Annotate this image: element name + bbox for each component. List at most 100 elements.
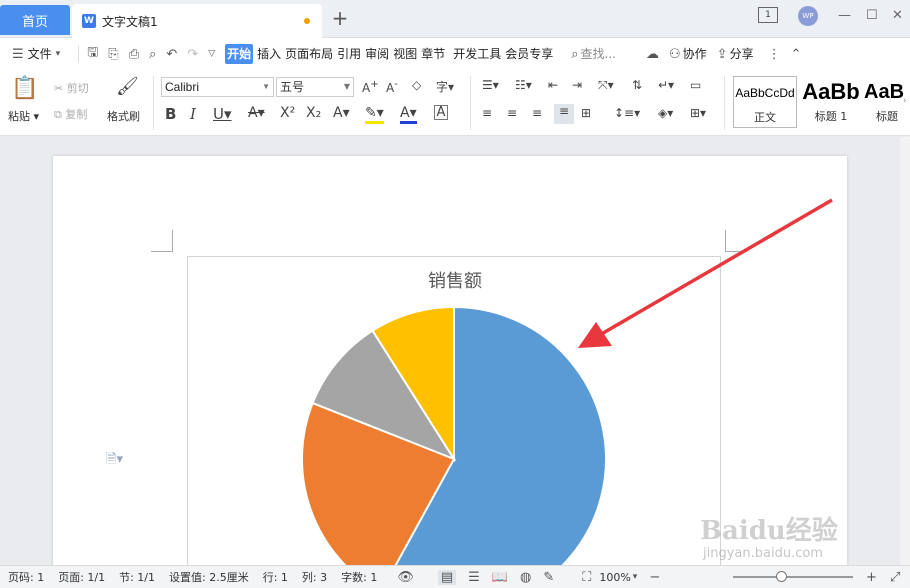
status-column[interactable]: 列: 3 — [302, 569, 327, 585]
paste-button[interactable]: 粘贴 ▾ — [8, 108, 39, 124]
fit-page-icon[interactable]: ⛶ — [582, 570, 591, 585]
share-icon[interactable]: ⇪ — [717, 47, 728, 62]
numbered-list-icon[interactable]: ☷▾ — [515, 78, 532, 92]
status-row[interactable]: 行: 1 — [263, 569, 288, 585]
subscript-icon[interactable]: X₂ — [306, 105, 321, 121]
menu-item-insert[interactable]: 插入 — [257, 44, 281, 64]
bullet-list-icon[interactable]: ☰▾ — [482, 78, 499, 92]
user-avatar[interactable]: WP — [798, 6, 818, 26]
minimize-icon[interactable]: — — [838, 8, 851, 26]
menu-item-chapter[interactable]: 章节 — [421, 44, 445, 64]
export-icon[interactable]: ⎘ — [108, 47, 118, 62]
sort-icon[interactable]: ⇅ — [632, 78, 642, 92]
status-setting[interactable]: 设置值: 2.5厘米 — [169, 569, 249, 585]
chevron-down-icon[interactable]: ▾ — [56, 49, 61, 59]
style-normal[interactable]: AaBbCcDd 正文 — [733, 76, 797, 128]
zoom-level[interactable]: 100% — [599, 571, 630, 584]
grow-font-icon[interactable]: A+ — [362, 79, 379, 95]
chevron-right-icon[interactable]: › — [903, 96, 907, 106]
zoom-out-icon[interactable]: − — [649, 570, 660, 585]
clear-format-icon[interactable]: ◇ — [412, 78, 421, 92]
font-size-select[interactable]: 五号 ▼ — [276, 77, 354, 97]
format-painter-button[interactable]: 格式刷 — [107, 108, 140, 124]
highlight-icon[interactable]: ✎▾ — [365, 105, 384, 124]
phonetic-guide-icon[interactable]: 字▾ — [436, 78, 454, 95]
underline-icon[interactable]: U▾ — [213, 105, 232, 123]
format-painter-icon[interactable]: 🖌 — [116, 76, 139, 97]
superscript-icon[interactable]: X² — [280, 105, 295, 121]
paste-icon[interactable]: 📋 — [10, 76, 40, 101]
menu-item-developer[interactable]: 开发工具 — [453, 44, 501, 64]
menu-item-review[interactable]: 审阅 — [365, 44, 389, 64]
show-marks-icon[interactable]: ↵▾ — [658, 78, 674, 92]
quick-access-dropdown-icon[interactable]: ▽ — [208, 49, 215, 59]
strikethrough-icon[interactable]: A▾ — [248, 105, 265, 121]
font-color-icon[interactable]: A▾ — [400, 105, 417, 124]
redo-icon[interactable]: ↷ — [187, 47, 198, 62]
justify-icon[interactable]: ≡ — [554, 104, 574, 124]
print-icon[interactable]: ⎙ — [129, 47, 139, 62]
pie-chart[interactable] — [188, 257, 722, 565]
chart-frame[interactable]: 销售额 — [187, 256, 721, 565]
file-menu[interactable]: 文件 — [28, 44, 52, 64]
window-count-badge[interactable]: 1 — [758, 7, 778, 23]
more-options-icon[interactable]: ⋮ — [768, 47, 781, 62]
vertical-scrollbar[interactable] — [900, 137, 910, 565]
document-page[interactable]: 销售额 — [53, 156, 847, 565]
new-tab-plus-icon[interactable]: + — [330, 8, 350, 30]
copy-button[interactable]: ⧉ 复制 — [54, 106, 87, 122]
save-icon[interactable]: 🖫 — [87, 43, 98, 65]
hamburger-menu-icon[interactable]: ☰ — [12, 47, 24, 62]
collaborate-icon[interactable]: ⚇ — [669, 47, 681, 62]
status-section[interactable]: 节: 1/1 — [119, 569, 155, 585]
style-heading-1[interactable]: AaBb 标题 1 — [799, 76, 863, 128]
zoom-slider-knob[interactable] — [776, 571, 787, 582]
reading-view-icon[interactable]: 📖 — [492, 570, 508, 585]
print-preview-icon[interactable]: ⌕ — [149, 47, 156, 62]
search-icon[interactable]: ⌕ — [571, 47, 578, 62]
align-center-icon[interactable]: ≡ — [507, 106, 517, 120]
increase-indent-icon[interactable]: ⇥ — [572, 78, 582, 92]
bold-icon[interactable]: B — [165, 105, 176, 123]
ruler-icon[interactable]: ▭ — [690, 78, 701, 92]
zoom-slider-track[interactable] — [733, 576, 853, 578]
cloud-icon[interactable]: ☁ — [646, 47, 659, 62]
decrease-indent-icon[interactable]: ⇤ — [548, 78, 558, 92]
eye-protection-icon[interactable]: 👁 — [397, 570, 414, 585]
align-right-icon[interactable]: ≡ — [532, 106, 542, 120]
share-button[interactable]: 分享 — [730, 44, 754, 64]
menu-item-view[interactable]: 视图 — [393, 44, 417, 64]
menu-item-member[interactable]: 会员专享 — [505, 44, 553, 64]
close-icon[interactable]: ✕ — [892, 8, 903, 26]
distributed-icon[interactable]: ⊞ — [581, 106, 591, 120]
document-tab[interactable]: W 文字文稿1 — [72, 4, 322, 38]
status-page-number[interactable]: 页码: 1 — [8, 569, 44, 585]
style-heading[interactable]: AaBl 标题 — [864, 76, 904, 128]
fullscreen-icon[interactable]: ⤢ — [890, 570, 900, 585]
italic-icon[interactable]: I — [190, 105, 196, 123]
menu-item-page-layout[interactable]: 页面布局 — [285, 44, 333, 64]
font-name-select[interactable]: Calibri ▼ — [161, 77, 274, 97]
shrink-font-icon[interactable]: A- — [386, 79, 398, 95]
status-pages[interactable]: 页面: 1/1 — [58, 569, 105, 585]
pen-view-icon[interactable]: ✎ — [543, 570, 554, 585]
web-view-icon[interactable]: ◍ — [520, 570, 531, 585]
borders-icon[interactable]: ⊞▾ — [690, 106, 706, 120]
outline-view-icon[interactable]: ☰ — [468, 570, 480, 585]
cut-button[interactable]: ✂ 剪切 — [54, 80, 89, 96]
collaborate-button[interactable]: 协作 — [683, 44, 707, 64]
align-left-icon[interactable]: ≡ — [482, 106, 492, 120]
chinese-layout-icon[interactable]: ⤧▾ — [598, 78, 614, 93]
status-word-count[interactable]: 字数: 1 — [341, 569, 377, 585]
menu-item-start[interactable]: 开始 — [225, 44, 254, 64]
chevron-down-icon[interactable]: ▾ — [633, 572, 638, 582]
menu-item-references[interactable]: 引用 — [337, 44, 361, 64]
page-view-icon[interactable]: ▤ — [437, 569, 457, 585]
undo-icon[interactable]: ↶ — [166, 47, 177, 62]
maximize-icon[interactable]: ☐ — [866, 8, 878, 26]
search-input[interactable]: 查找... — [581, 44, 616, 64]
char-border-icon[interactable]: A — [434, 105, 448, 120]
paragraph-layout-icon[interactable]: 🗎▾ — [106, 450, 123, 472]
shading-icon[interactable]: ◈▾ — [658, 106, 673, 120]
text-effect-icon[interactable]: A▾ — [333, 105, 350, 121]
